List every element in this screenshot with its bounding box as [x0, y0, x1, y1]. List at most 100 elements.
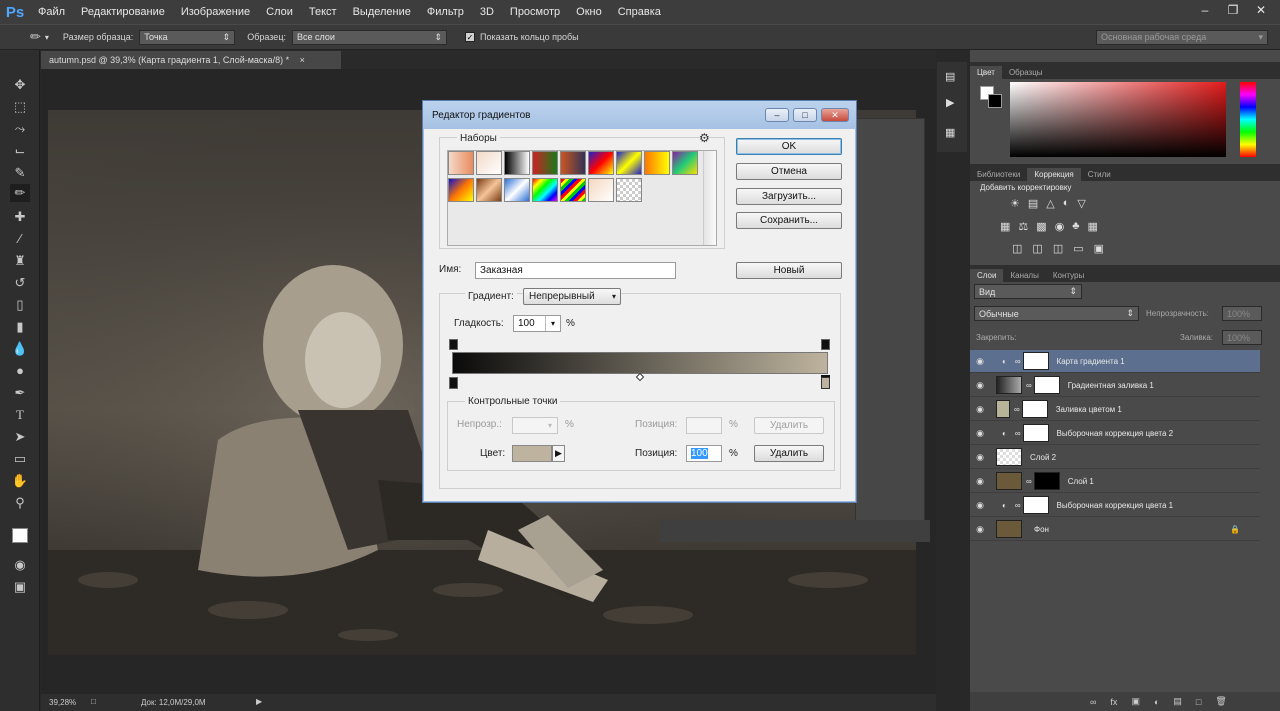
new-button[interactable]: Новый — [736, 262, 842, 279]
gradient-tool-icon[interactable]: ▮ — [10, 318, 30, 336]
preset-swatch[interactable] — [532, 178, 558, 202]
dialog-titlebar[interactable]: Редактор градиентов — [423, 101, 856, 129]
share-icon[interactable]: □ — [91, 697, 96, 706]
bg-swatch[interactable] — [988, 94, 1002, 108]
load-button[interactable]: Загрузить... — [736, 188, 842, 205]
name-input[interactable]: Заказная — [475, 262, 676, 279]
menu-view[interactable]: Просмотр — [502, 6, 568, 18]
type-tool-icon[interactable]: T — [10, 406, 30, 424]
gradient-type-select[interactable]: Непрерывный ▾ — [523, 288, 621, 305]
eyedropper-tool-icon[interactable]: ✏ — [10, 184, 30, 202]
add-mask-icon[interactable]: ▣ — [1131, 696, 1140, 707]
layer-row[interactable]: ◉ ◐ ∞ Выборочная коррекция цвета 1 — [970, 494, 1260, 517]
new-group-icon[interactable]: ▤ — [1173, 696, 1182, 707]
eye-icon[interactable]: ◉ — [970, 452, 990, 463]
levels-icon[interactable]: ▤ — [1028, 197, 1038, 210]
layer-row[interactable]: ◉ ∞ Заливка цветом 1 — [970, 398, 1260, 421]
crop-tool-icon[interactable]: ⌙ — [10, 142, 30, 160]
tab-libraries[interactable]: Библиотеки — [970, 168, 1027, 181]
preset-swatch[interactable] — [672, 151, 698, 175]
tab-layers[interactable]: Слои — [970, 269, 1004, 282]
color-balance-icon[interactable]: ⚖ — [1018, 220, 1028, 233]
zoom-tool-icon[interactable]: ⚲ — [10, 494, 30, 512]
gradient-preview-bar[interactable] — [452, 352, 828, 374]
actions-play-icon[interactable]: ▶ — [946, 96, 954, 109]
opacity-stop-left[interactable] — [449, 339, 458, 350]
quick-mask-icon[interactable]: ◉ — [10, 556, 30, 574]
history-brush-icon[interactable]: ↺ — [10, 274, 30, 292]
preset-swatch[interactable] — [448, 178, 474, 202]
eyedropper-tool-icon[interactable]: ✏ — [30, 29, 41, 45]
eye-icon[interactable]: ◉ — [970, 476, 990, 487]
opacity-value[interactable]: 100% — [1222, 306, 1262, 321]
workspace-select[interactable]: Основная рабочая среда ▾ — [1096, 29, 1268, 45]
dodge-tool-icon[interactable]: ● — [10, 362, 30, 380]
threshold-icon[interactable]: ◫ — [1053, 242, 1063, 255]
eye-icon[interactable]: ◉ — [970, 404, 990, 415]
preset-swatch[interactable] — [560, 178, 586, 202]
rectangle-tool-icon[interactable]: ▭ — [10, 450, 30, 468]
eye-icon[interactable]: ◉ — [970, 428, 990, 439]
menu-select[interactable]: Выделение — [345, 6, 419, 18]
chevron-down-icon[interactable]: ▾ — [545, 316, 560, 331]
layer-row[interactable]: ◉ Фон 🔒 — [970, 518, 1260, 541]
quick-select-tool-icon[interactable]: ✎ — [10, 164, 30, 182]
brightness-icon[interactable]: ☀ — [1010, 197, 1020, 210]
preset-swatch[interactable] — [504, 151, 530, 175]
color-stop-right[interactable] — [821, 377, 830, 389]
exposure-icon[interactable]: ◐ — [1063, 197, 1070, 210]
delete-color-stop-button[interactable]: Удалить — [754, 445, 824, 462]
vibrance-icon[interactable]: ▽ — [1077, 197, 1085, 210]
color-position-input[interactable]: 100 — [686, 445, 722, 462]
preset-swatch[interactable] — [504, 178, 530, 202]
link-layers-icon[interactable]: ∞ — [1090, 697, 1096, 707]
menu-image[interactable]: Изображение — [173, 6, 258, 18]
channel-mixer-icon[interactable]: ♣ — [1072, 220, 1079, 233]
tab-styles[interactable]: Стили — [1081, 168, 1118, 181]
restore-icon[interactable]: ❐ — [1224, 3, 1242, 17]
tool-preset-chevron-icon[interactable]: ▾ — [45, 33, 49, 42]
menu-3d[interactable]: 3D — [472, 6, 502, 18]
menu-layers[interactable]: Слои — [258, 6, 301, 18]
document-tab[interactable]: autumn.psd @ 39,3% (Карта градиента 1, С… — [41, 51, 341, 69]
hue-slider[interactable] — [1240, 82, 1256, 157]
eye-icon[interactable]: ◉ — [970, 356, 990, 367]
color-spectrum[interactable] — [1010, 82, 1226, 157]
path-select-icon[interactable]: ➤ — [10, 428, 30, 446]
menu-help[interactable]: Справка — [610, 6, 669, 18]
fill-value[interactable]: 100% — [1222, 330, 1262, 345]
minimize-icon[interactable]: – — [1196, 3, 1214, 17]
menu-type[interactable]: Текст — [301, 6, 345, 18]
history-icon[interactable]: ▤ — [945, 70, 955, 83]
ok-button[interactable]: OK — [736, 138, 842, 155]
color-lookup-icon[interactable]: ▦ — [1088, 220, 1098, 233]
opacity-stop-right[interactable] — [821, 339, 830, 350]
selective-color-icon[interactable]: ▣ — [1094, 242, 1104, 255]
curves-icon[interactable]: △ — [1046, 197, 1054, 210]
hand-tool-icon[interactable]: ✋ — [10, 472, 30, 490]
preset-swatch[interactable] — [616, 178, 642, 202]
smoothness-input[interactable]: 100 ▾ — [513, 315, 561, 332]
close-tab-icon[interactable]: × — [300, 55, 305, 65]
stop-color-menu-button[interactable]: ▶ — [552, 445, 565, 462]
menu-filter[interactable]: Фильтр — [419, 6, 472, 18]
preset-swatch[interactable] — [448, 151, 474, 175]
layer-row[interactable]: ◉ ∞ Градиентная заливка 1 — [970, 374, 1260, 397]
lasso-tool-icon[interactable]: ⤳ — [10, 120, 30, 138]
tab-swatches[interactable]: Образцы — [1002, 66, 1050, 79]
properties-icon[interactable]: ▦ — [945, 126, 955, 139]
new-layer-icon[interactable]: □ — [1196, 697, 1201, 707]
gradient-map-icon[interactable]: ▭ — [1073, 242, 1083, 255]
move-tool-icon[interactable]: ✥ — [10, 76, 30, 94]
tab-channels[interactable]: Каналы — [1003, 269, 1045, 282]
layer-row[interactable]: ◉ ◐ ∞ Выборочная коррекция цвета 2 — [970, 422, 1260, 445]
layer-row[interactable]: ◉ ∞ Слой 1 — [970, 470, 1260, 493]
show-ring-checkbox[interactable]: ✓ — [464, 32, 475, 42]
preset-swatch[interactable] — [476, 151, 502, 175]
clone-stamp-icon[interactable]: ♜ — [10, 252, 30, 270]
preset-swatch[interactable] — [560, 151, 586, 175]
presets-scrollbar[interactable] — [703, 151, 716, 245]
sample-size-select[interactable]: Точка ⇕ — [139, 29, 236, 45]
save-button[interactable]: Сохранить... — [736, 212, 842, 229]
brush-tool-icon[interactable]: ∕ — [10, 230, 30, 248]
